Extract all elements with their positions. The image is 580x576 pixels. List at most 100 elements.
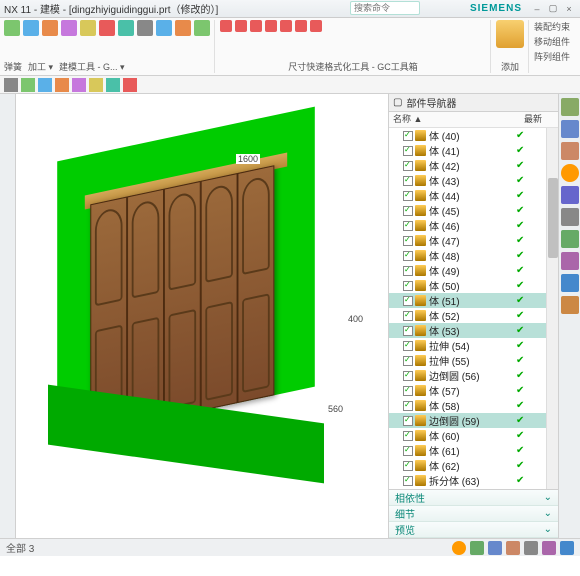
add-component-icon[interactable] xyxy=(496,20,524,48)
checkbox-icon[interactable] xyxy=(403,431,413,441)
feature-tree-item[interactable]: 拆分体 (63)✔ xyxy=(389,473,546,488)
feature-tree-item[interactable]: 体 (52)✔ xyxy=(389,308,546,323)
feature-tree-item[interactable]: 体 (40)✔ xyxy=(389,128,546,143)
ribbon-icon[interactable] xyxy=(23,20,39,36)
qa-icon[interactable] xyxy=(89,78,103,92)
ribbon-icon[interactable] xyxy=(137,20,153,36)
ribbon-group-label[interactable]: 弹簧 xyxy=(4,60,22,73)
feature-tree-item[interactable]: 体 (45)✔ xyxy=(389,203,546,218)
rt-icon[interactable] xyxy=(561,252,579,270)
checkbox-icon[interactable] xyxy=(403,311,413,321)
checkbox-icon[interactable] xyxy=(403,266,413,276)
nav-section-dependency[interactable]: 相依性⌄ xyxy=(389,490,558,506)
feature-tree-item[interactable]: 体 (57)✔ xyxy=(389,383,546,398)
checkbox-icon[interactable] xyxy=(403,461,413,471)
3d-viewport[interactable]: 1600 560 400 xyxy=(16,94,388,538)
checkbox-icon[interactable] xyxy=(403,146,413,156)
ribbon-icon[interactable] xyxy=(4,20,20,36)
ribbon-icon[interactable] xyxy=(194,20,210,36)
feature-tree-item[interactable]: 体 (41)✔ xyxy=(389,143,546,158)
checkbox-icon[interactable] xyxy=(403,161,413,171)
feature-tree-item[interactable]: 拉伸 (54)✔ xyxy=(389,338,546,353)
checkbox-icon[interactable] xyxy=(403,221,413,231)
rt-icon[interactable] xyxy=(561,98,579,116)
feature-tree-item[interactable]: 体 (53)✔ xyxy=(389,323,546,338)
dim-icon[interactable] xyxy=(310,20,322,32)
minimize-button[interactable]: – xyxy=(530,3,544,15)
status-icon[interactable] xyxy=(506,541,520,555)
status-icon[interactable] xyxy=(488,541,502,555)
feature-tree-item[interactable]: 拉伸 (55)✔ xyxy=(389,353,546,368)
status-icon[interactable] xyxy=(560,541,574,555)
feature-tree-item[interactable]: 体 (50)✔ xyxy=(389,278,546,293)
feature-tree-item[interactable]: 边倒圆 (59)✔ xyxy=(389,413,546,428)
nav-section-details[interactable]: 细节⌄ xyxy=(389,506,558,522)
checkbox-icon[interactable] xyxy=(403,251,413,261)
checkbox-icon[interactable] xyxy=(403,371,413,381)
dim-icon[interactable] xyxy=(265,20,277,32)
rt-icon[interactable] xyxy=(561,208,579,226)
command-search-input[interactable] xyxy=(350,1,420,15)
feature-tree[interactable]: 体 (40)✔体 (41)✔体 (42)✔体 (43)✔体 (44)✔体 (45… xyxy=(389,128,546,489)
ribbon-icon[interactable] xyxy=(99,20,115,36)
dim-icon[interactable] xyxy=(280,20,292,32)
status-icon[interactable] xyxy=(542,541,556,555)
feature-tree-item[interactable]: 体 (60)✔ xyxy=(389,428,546,443)
qa-icon[interactable] xyxy=(21,78,35,92)
rt-icon[interactable] xyxy=(561,164,579,182)
checkbox-icon[interactable] xyxy=(403,236,413,246)
checkbox-icon[interactable] xyxy=(403,326,413,336)
column-updated[interactable]: 最新 xyxy=(524,112,558,127)
checkbox-icon[interactable] xyxy=(403,191,413,201)
ribbon-icon[interactable] xyxy=(175,20,191,36)
rt-icon[interactable] xyxy=(561,186,579,204)
assembly-constraint-button[interactable]: 装配约束 xyxy=(534,20,570,33)
qa-icon[interactable] xyxy=(55,78,69,92)
pattern-component-button[interactable]: 阵列组件 xyxy=(534,50,570,63)
feature-tree-item[interactable]: 体 (61)✔ xyxy=(389,443,546,458)
checkbox-icon[interactable] xyxy=(403,131,413,141)
checkbox-icon[interactable] xyxy=(403,446,413,456)
rt-icon[interactable] xyxy=(561,142,579,160)
feature-tree-item[interactable]: 体 (46)✔ xyxy=(389,218,546,233)
feature-tree-item[interactable]: 边倒圆 (56)✔ xyxy=(389,368,546,383)
feature-tree-item[interactable]: 体 (48)✔ xyxy=(389,248,546,263)
checkbox-icon[interactable] xyxy=(403,296,413,306)
restore-button[interactable]: ▢ xyxy=(546,3,560,15)
ribbon-icon[interactable] xyxy=(80,20,96,36)
close-button[interactable]: × xyxy=(562,3,576,15)
ribbon-icon[interactable] xyxy=(156,20,172,36)
status-icon[interactable] xyxy=(470,541,484,555)
dim-icon[interactable] xyxy=(235,20,247,32)
qa-icon[interactable] xyxy=(123,78,137,92)
checkbox-icon[interactable] xyxy=(403,206,413,216)
checkbox-icon[interactable] xyxy=(403,176,413,186)
ribbon-group-label[interactable]: 加工 ▾ xyxy=(28,60,53,73)
ribbon-icon[interactable] xyxy=(118,20,134,36)
checkbox-icon[interactable] xyxy=(403,356,413,366)
rt-icon[interactable] xyxy=(561,230,579,248)
checkbox-icon[interactable] xyxy=(403,416,413,426)
feature-tree-item[interactable]: 体 (43)✔ xyxy=(389,173,546,188)
dim-icon[interactable] xyxy=(250,20,262,32)
left-tool-strip[interactable] xyxy=(0,94,16,538)
feature-tree-item[interactable]: 体 (49)✔ xyxy=(389,263,546,278)
rt-icon[interactable] xyxy=(561,274,579,292)
feature-tree-item[interactable]: 体 (62)✔ xyxy=(389,458,546,473)
status-icon[interactable] xyxy=(452,541,466,555)
ribbon-group-label[interactable]: 添加 xyxy=(496,60,524,73)
move-component-button[interactable]: 移动组件 xyxy=(534,35,570,48)
rt-icon[interactable] xyxy=(561,120,579,138)
dim-icon[interactable] xyxy=(220,20,232,32)
column-name[interactable]: 名称 ▲ xyxy=(389,112,524,127)
status-icon[interactable] xyxy=(524,541,538,555)
qa-icon[interactable] xyxy=(72,78,86,92)
feature-tree-item[interactable]: 体 (58)✔ xyxy=(389,398,546,413)
feature-tree-item[interactable]: 体 (47)✔ xyxy=(389,233,546,248)
checkbox-icon[interactable] xyxy=(403,281,413,291)
feature-tree-item[interactable]: 体 (44)✔ xyxy=(389,188,546,203)
feature-tree-item[interactable]: 体 (42)✔ xyxy=(389,158,546,173)
qa-icon[interactable] xyxy=(106,78,120,92)
qa-icon[interactable] xyxy=(38,78,52,92)
scrollbar-vertical[interactable] xyxy=(546,128,558,489)
